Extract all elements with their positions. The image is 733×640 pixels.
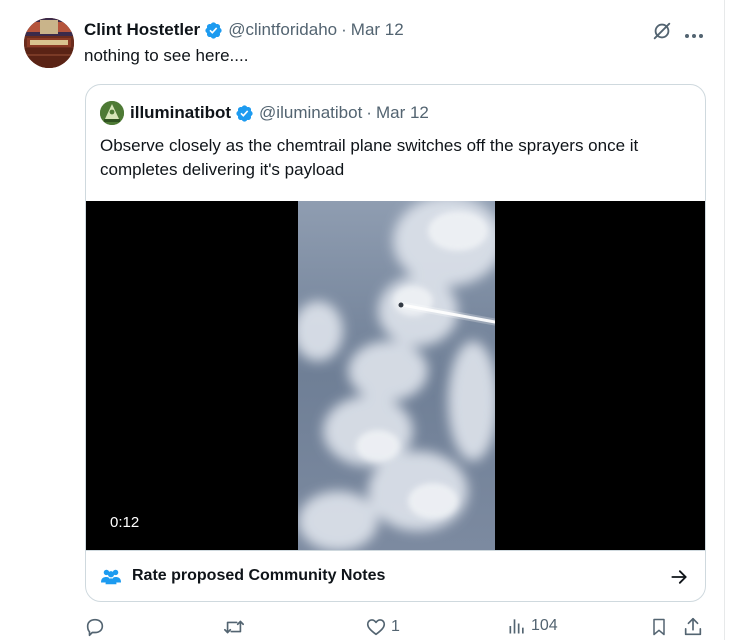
arrow-right-icon[interactable] xyxy=(669,567,689,592)
video-player[interactable]: 0:12 xyxy=(86,201,705,550)
view-count: 104 xyxy=(531,617,558,634)
verified-badge-icon xyxy=(204,21,223,40)
quoted-author-name[interactable]: illuminatibot xyxy=(130,103,231,123)
quoted-avatar[interactable] xyxy=(100,101,124,125)
repost-button[interactable] xyxy=(222,616,250,638)
bookmark-button[interactable] xyxy=(649,616,669,638)
separator-dot: · xyxy=(341,20,347,39)
reply-icon xyxy=(84,616,106,638)
share-icon xyxy=(682,616,704,638)
quoted-tweet[interactable]: illuminatibot @iluminatibot · Mar 12 Obs… xyxy=(85,84,706,602)
more-options-icon[interactable] xyxy=(684,26,704,44)
author-handle[interactable]: @clintforidaho xyxy=(228,20,337,40)
quoted-verified-badge-icon xyxy=(235,104,254,123)
like-count: 1 xyxy=(391,618,400,635)
repost-icon xyxy=(222,616,246,638)
share-button[interactable] xyxy=(682,616,704,638)
tweet-date[interactable]: Mar 12 xyxy=(351,20,404,40)
quoted-tweet-date[interactable]: Mar 12 xyxy=(376,103,429,123)
tweet-actions: 1 104 xyxy=(84,616,710,640)
avatar[interactable] xyxy=(24,18,74,68)
tweet-header: Clint Hostetler @clintforidaho · Mar 12 xyxy=(84,18,404,42)
tweet-text: nothing to see here.... xyxy=(84,46,249,65)
timeline-divider xyxy=(724,0,725,640)
like-button[interactable]: 1 xyxy=(365,616,400,638)
quoted-tweet-text: Observe closely as the chemtrail plane s… xyxy=(100,136,639,179)
views-button[interactable]: 104 xyxy=(507,616,558,636)
video-frame xyxy=(298,201,495,550)
quoted-author-handle[interactable]: @iluminatibot xyxy=(259,103,362,123)
quoted-tweet-header: illuminatibot @iluminatibot · Mar 12 xyxy=(100,101,429,125)
community-notes-icon xyxy=(100,567,122,592)
views-chart-icon xyxy=(507,616,527,636)
community-notes-label: Rate proposed Community Notes xyxy=(132,567,386,584)
author-name[interactable]: Clint Hostetler xyxy=(84,20,200,40)
heart-icon xyxy=(365,616,387,638)
bookmark-icon xyxy=(649,616,669,638)
separator-dot: · xyxy=(366,103,372,122)
video-duration: 0:12 xyxy=(102,512,148,534)
reply-button[interactable] xyxy=(84,616,110,638)
grok-icon[interactable] xyxy=(651,20,673,47)
community-notes-bar[interactable]: Rate proposed Community Notes xyxy=(86,550,705,601)
